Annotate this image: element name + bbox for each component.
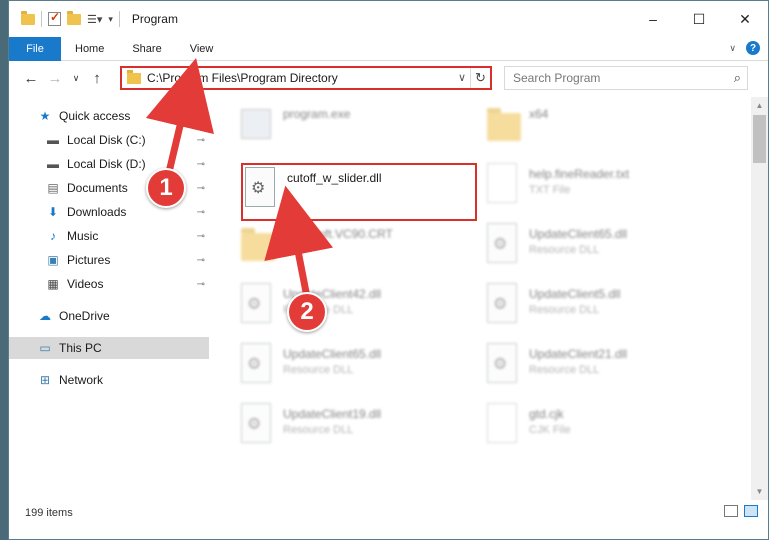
arrow-to-address-bar [145,57,214,172]
callout-step-1: 1 [146,168,186,208]
callout-step-2: 2 [287,292,327,332]
arrow-to-dll-file [264,185,334,296]
callout-arrows [145,57,334,296]
